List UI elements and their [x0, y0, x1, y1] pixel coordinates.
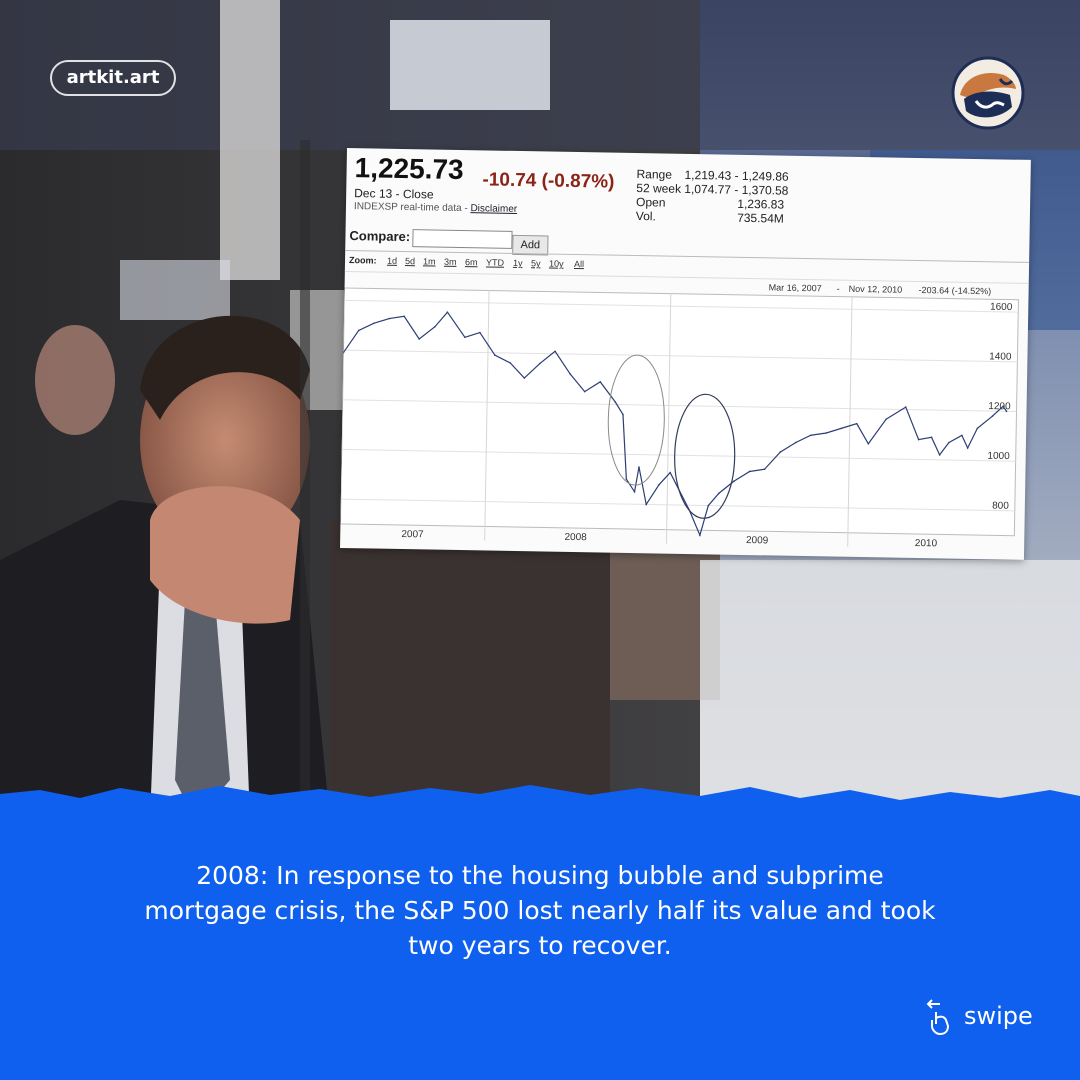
- swipe-hint[interactable]: swipe: [926, 996, 1033, 1036]
- y-tick-label: 1400: [989, 351, 1012, 362]
- range-sep: -: [837, 284, 840, 294]
- quote-change-value: -10.74: [482, 169, 537, 192]
- x-tick-label: 2009: [746, 535, 769, 546]
- x-tick-label: 2010: [915, 538, 938, 549]
- stat-label-vol: Vol.: [635, 209, 656, 224]
- zoom-option-1m[interactable]: 1m: [423, 256, 436, 266]
- range-start: Mar 16, 2007: [769, 282, 822, 293]
- brand-pill[interactable]: artkit.art: [50, 60, 176, 96]
- quote-change: -10.74 (-0.87%): [482, 169, 614, 193]
- zoom-option-10y[interactable]: 10y: [549, 259, 564, 269]
- caption: 2008: In response to the housing bubble …: [144, 861, 936, 960]
- disclaimer-link[interactable]: Disclaimer: [470, 203, 517, 215]
- zoom-option-all[interactable]: All: [574, 259, 584, 269]
- range-end: Nov 12, 2010: [849, 284, 903, 295]
- zoom-option-1y[interactable]: 1y: [513, 258, 523, 268]
- compare-input[interactable]: [412, 229, 513, 249]
- y-tick-label: 800: [992, 500, 1009, 511]
- stat-label-52week: 52 week: [636, 181, 682, 196]
- x-tick-label: 2008: [564, 532, 587, 543]
- y-tick-label: 1000: [987, 451, 1010, 462]
- swipe-label: swipe: [964, 1002, 1033, 1030]
- zoom-label: Zoom:: [348, 255, 377, 266]
- zoom-option-5y[interactable]: 5y: [531, 258, 541, 268]
- stock-chart-card: 1,225.73 -10.74 (-0.87%) Dec 13 - Close …: [340, 148, 1031, 560]
- whale-logo-icon: [951, 56, 1025, 130]
- hand-swipe-icon: [926, 999, 950, 1036]
- plot-area: [340, 287, 1019, 537]
- data-source: INDEXSP real-time data - Disclaimer: [354, 201, 517, 215]
- x-tick-label: 2007: [401, 529, 424, 540]
- quote-price: 1,225.73: [354, 152, 464, 186]
- stat-label-range: Range: [636, 167, 673, 182]
- zoom-option-ytd[interactable]: YTD: [486, 257, 504, 267]
- range-change: -203.64 (-14.52%): [919, 285, 992, 296]
- zoom-option-1d[interactable]: 1d: [387, 256, 397, 266]
- compare-label: Compare:: [349, 228, 411, 245]
- y-tick-label: 1600: [990, 302, 1013, 313]
- stat-value-vol: 735.54M: [737, 210, 784, 226]
- zoom-option-5d[interactable]: 5d: [405, 256, 415, 266]
- zoom-option-3m[interactable]: 3m: [444, 257, 457, 267]
- price-chart: Mar 16, 2007 - Nov 12, 2010 -203.64 (-14…: [340, 282, 1019, 549]
- y-tick-label: 1200: [988, 401, 1011, 412]
- quote-change-pct: (-0.87%): [541, 170, 615, 193]
- quote-date: Dec 13 - Close: [354, 186, 434, 202]
- zoom-option-6m[interactable]: 6m: [465, 257, 478, 267]
- data-source-label: INDEXSP real-time data -: [353, 201, 471, 215]
- stat-label-open: Open: [635, 195, 666, 210]
